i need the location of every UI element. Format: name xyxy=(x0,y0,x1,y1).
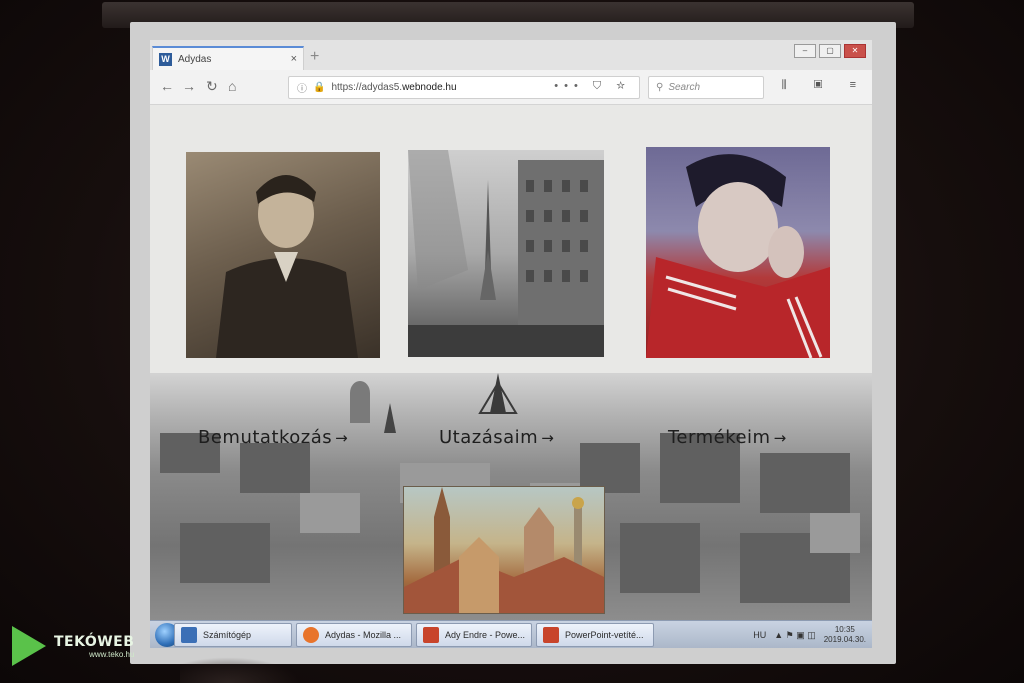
site-info-icon[interactable]: ⓘ xyxy=(297,80,307,95)
tekoweb-watermark: TEKÓWEB www.teko.hu xyxy=(12,626,134,666)
portrait-photo-sepia xyxy=(186,152,380,358)
firefox-icon xyxy=(303,627,319,643)
arrow-right-icon: → xyxy=(541,429,555,447)
clock[interactable]: 10:35 2019.04.30. xyxy=(824,625,866,645)
maximize-button[interactable]: ▢ xyxy=(819,44,841,58)
library-sidebar-menu-icons[interactable]: ⫼ ▣ ≡ xyxy=(782,79,868,92)
taskbar-item-label: Adydas - Mozilla ... xyxy=(325,630,402,640)
taskbar-item-computer[interactable]: Számítógép xyxy=(174,623,292,647)
taskbar-item-powerpoint-slideshow[interactable]: PowerPoint-vetíté... xyxy=(536,623,654,647)
search-icon: ⚲ xyxy=(656,82,664,93)
projected-desktop: W Adydas × + – ▢ ✕ ← → ↻ ⌂ ⓘ 🔒 https://a… xyxy=(150,40,872,648)
address-bar[interactable]: ⓘ 🔒 https://adydas5.webnode.hu ••• ⛉ ☆ xyxy=(288,76,640,99)
watermark-site: www.teko.hu xyxy=(89,649,135,659)
browser-tab[interactable]: W Adydas × xyxy=(152,46,304,70)
portrait-photo-red-jacket xyxy=(646,147,830,358)
close-window-button[interactable]: ✕ xyxy=(844,44,866,58)
window-controls: – ▢ ✕ xyxy=(794,44,866,58)
audience-silhouette xyxy=(180,657,300,683)
powerpoint-icon xyxy=(423,627,439,643)
nav-link-products[interactable]: Termékeim → xyxy=(668,427,787,448)
taskbar-item-label: Ady Endre - Powe... xyxy=(445,630,526,640)
new-tab-button[interactable]: + xyxy=(310,48,319,66)
taskbar-item-powerpoint-editor[interactable]: Ady Endre - Powe... xyxy=(416,623,532,647)
play-logo-icon xyxy=(12,626,46,666)
projection-screen: W Adydas × + – ▢ ✕ ← → ↻ ⌂ ⓘ 🔒 https://a… xyxy=(130,22,896,664)
lock-icon: 🔒 xyxy=(313,82,326,93)
arrow-right-icon: → xyxy=(773,429,787,447)
taskbar-item-label: PowerPoint-vetíté... xyxy=(565,630,644,640)
home-icon[interactable]: ⌂ xyxy=(228,78,236,94)
reload-icon[interactable]: ↻ xyxy=(206,78,218,95)
computer-icon xyxy=(181,627,197,643)
tab-title: Adydas xyxy=(178,53,212,65)
nav-link-travels[interactable]: Utazásaim → xyxy=(439,427,554,448)
medieval-town-illustration xyxy=(403,486,605,614)
browser-toolbar: ← → ↻ ⌂ ⓘ 🔒 https://adydas5.webnode.hu •… xyxy=(150,70,872,105)
watermark-brand: TEKÓWEB xyxy=(54,633,135,650)
search-input[interactable]: ⚲ Search xyxy=(648,76,764,99)
tray-icons[interactable]: ▲ ⚑ ▣ ◫ xyxy=(774,630,815,641)
nav-link-introduction[interactable]: Bemutatkozás → xyxy=(198,427,348,448)
windows-taskbar: Számítógép Adydas - Mozilla ... Ady Endr… xyxy=(150,620,872,648)
search-placeholder: Search xyxy=(668,82,701,93)
browser-tab-bar: W Adydas × + – ▢ ✕ xyxy=(150,40,872,70)
taskbar-item-firefox[interactable]: Adydas - Mozilla ... xyxy=(296,623,412,647)
back-arrow-icon[interactable]: ← xyxy=(160,78,174,94)
url-text: https://adydas5.webnode.hu xyxy=(331,82,457,93)
minimize-button[interactable]: – xyxy=(794,44,816,58)
taskbar-item-label: Számítógép xyxy=(203,630,252,640)
forward-arrow-icon[interactable]: → xyxy=(182,78,196,94)
close-tab-icon[interactable]: × xyxy=(291,53,297,65)
language-indicator[interactable]: HU xyxy=(753,630,766,640)
system-tray: HU ▲ ⚑ ▣ ◫ 10:35 2019.04.30. xyxy=(753,625,866,645)
arrow-right-icon: → xyxy=(335,429,349,447)
powerpoint-icon xyxy=(543,627,559,643)
page-actions-icons[interactable]: ••• ⛉ ☆ xyxy=(554,80,631,93)
webnode-favicon-icon: W xyxy=(159,52,172,66)
paris-street-photo xyxy=(408,150,604,357)
webpage-content: Bemutatkozás → Utazásaim → Termékeim → xyxy=(150,105,872,620)
